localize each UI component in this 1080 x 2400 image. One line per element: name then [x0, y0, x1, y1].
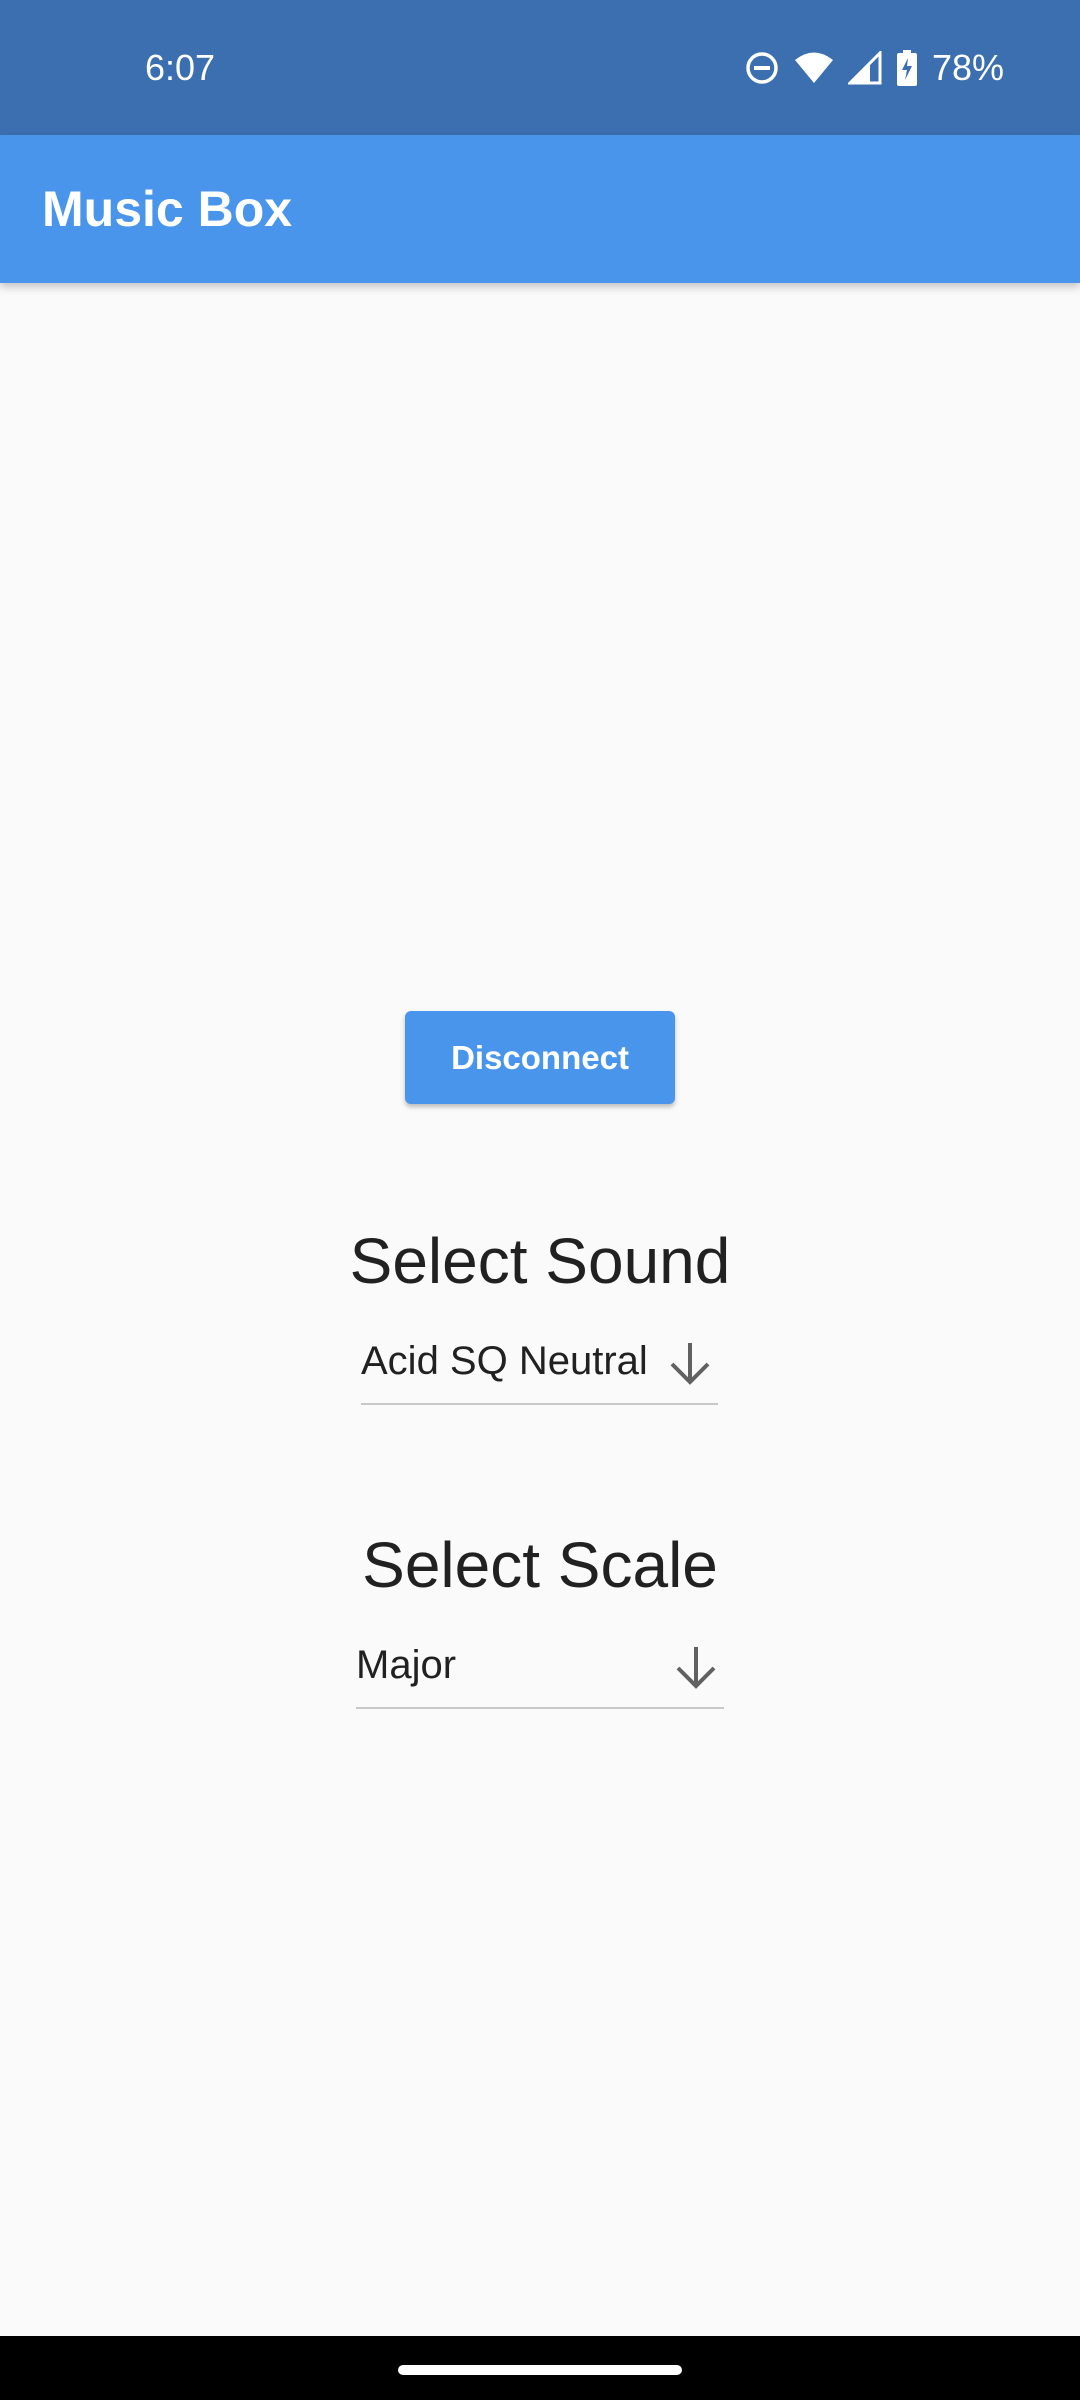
select-sound-title: Select Sound [349, 1225, 731, 1297]
battery-percent: 78% [931, 47, 1004, 88]
status-time: 6:07 [145, 47, 216, 88]
disconnect-button[interactable]: Disconnect [405, 1011, 675, 1104]
do-not-disturb-icon [744, 50, 780, 86]
app-title: Music Box [42, 181, 293, 237]
arrow-down-icon [676, 1647, 716, 1689]
cell-signal-icon [847, 51, 882, 85]
sound-dropdown-value: Acid SQ Neutral [361, 1339, 648, 1383]
status-icons: 78% [744, 44, 1004, 92]
sound-dropdown[interactable]: Acid SQ Neutral [361, 1333, 718, 1405]
status-bar: 6:07 78% [0, 0, 1080, 135]
app-bar: Music Box [0, 135, 1080, 283]
scale-dropdown[interactable]: Major [356, 1637, 724, 1709]
select-scale-title: Select Scale [362, 1529, 718, 1601]
battery-charging-icon [896, 50, 918, 86]
home-gesture-handle[interactable] [398, 2365, 682, 2375]
wifi-icon [794, 51, 834, 85]
arrow-down-icon [670, 1343, 710, 1385]
scale-dropdown-value: Major [356, 1643, 457, 1687]
